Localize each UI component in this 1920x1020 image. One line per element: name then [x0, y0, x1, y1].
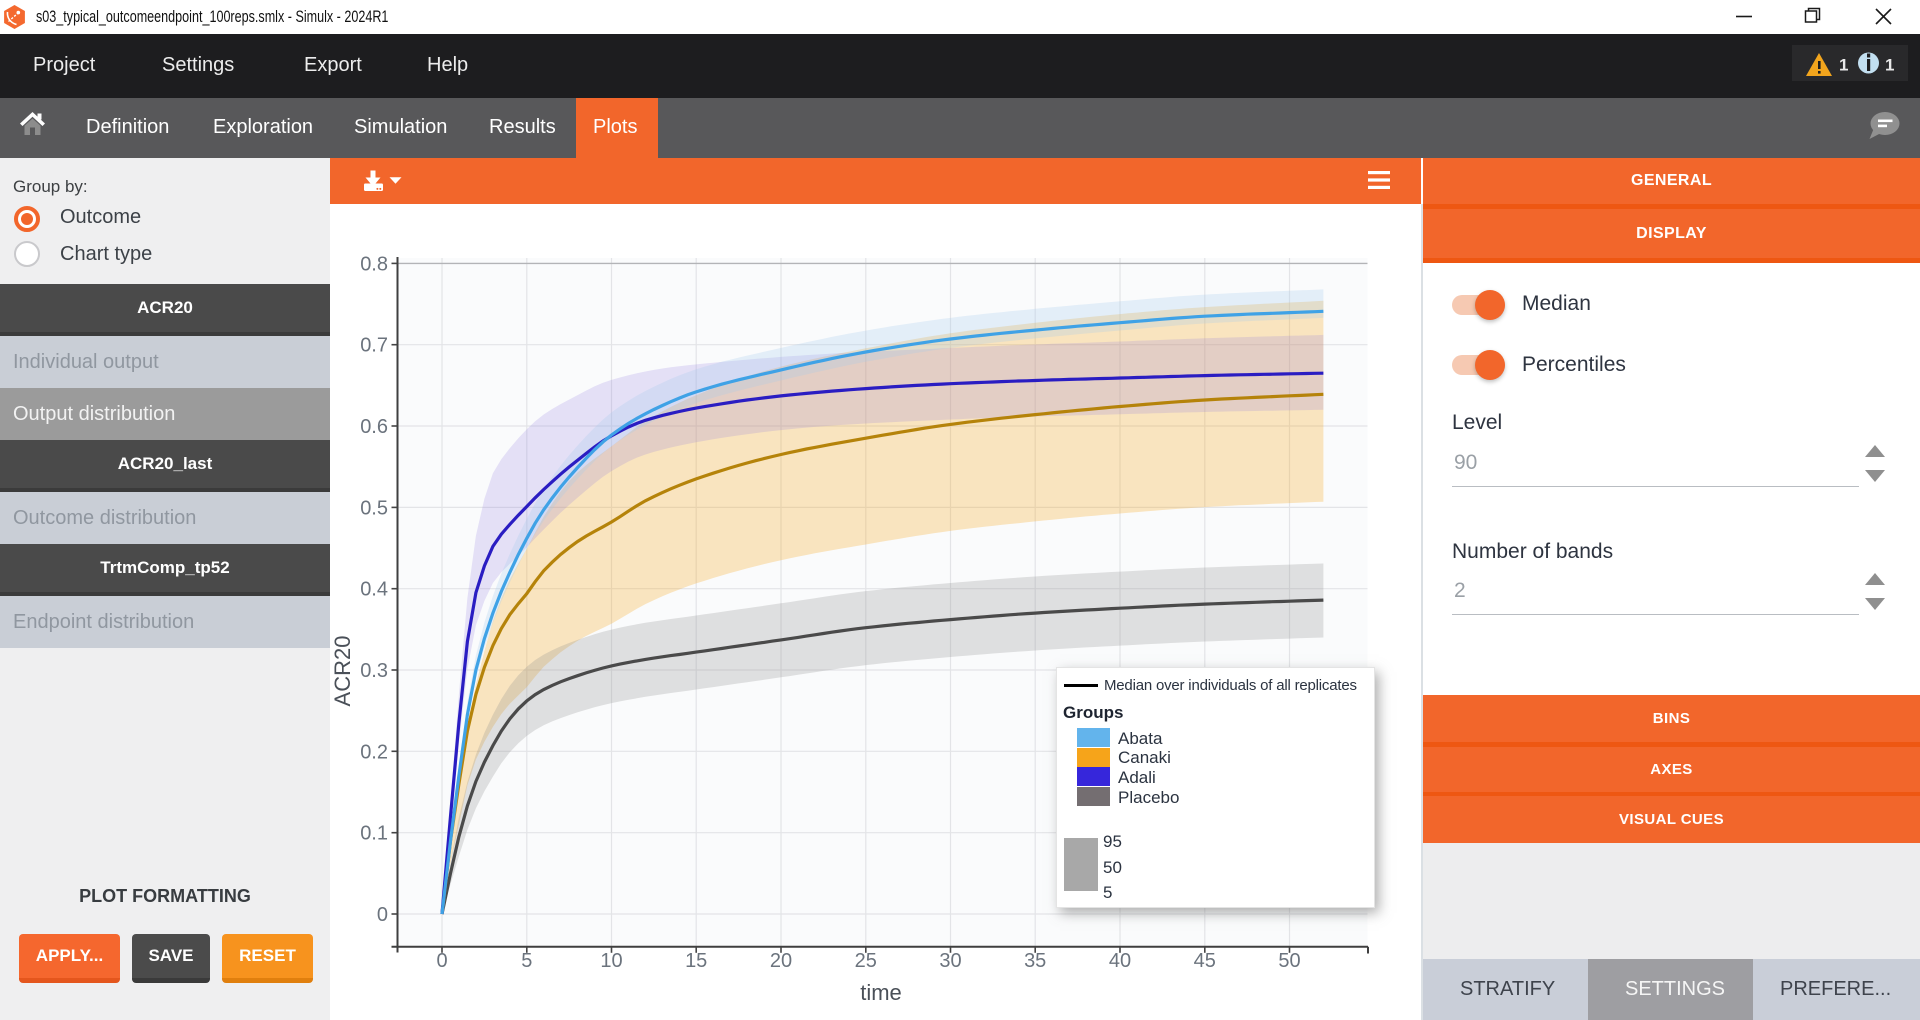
svg-text:ACR20: ACR20	[330, 636, 355, 707]
svg-text:0: 0	[377, 904, 388, 926]
svg-text:0.5: 0.5	[360, 497, 388, 519]
svg-text:15: 15	[685, 950, 707, 972]
svg-text:0.1: 0.1	[360, 823, 388, 845]
svg-text:50: 50	[1278, 950, 1300, 972]
svg-text:0.6: 0.6	[360, 416, 388, 438]
svg-text:25: 25	[855, 950, 877, 972]
svg-text:35: 35	[1024, 950, 1046, 972]
svg-text:20: 20	[770, 950, 792, 972]
svg-text:1: 1	[1885, 56, 1894, 75]
svg-text:1: 1	[1839, 56, 1848, 75]
svg-text:40: 40	[1109, 950, 1131, 972]
svg-text:30: 30	[939, 950, 961, 972]
svg-text:5: 5	[521, 950, 532, 972]
svg-text:0.7: 0.7	[360, 335, 388, 357]
svg-text:10: 10	[600, 950, 622, 972]
svg-text:time: time	[860, 980, 902, 1005]
svg-text:0.8: 0.8	[360, 253, 388, 275]
svg-text:45: 45	[1194, 950, 1216, 972]
svg-text:0.3: 0.3	[360, 660, 388, 682]
svg-text:0.2: 0.2	[360, 741, 388, 763]
svg-text:0.4: 0.4	[360, 579, 388, 601]
svg-text:0: 0	[436, 950, 447, 972]
